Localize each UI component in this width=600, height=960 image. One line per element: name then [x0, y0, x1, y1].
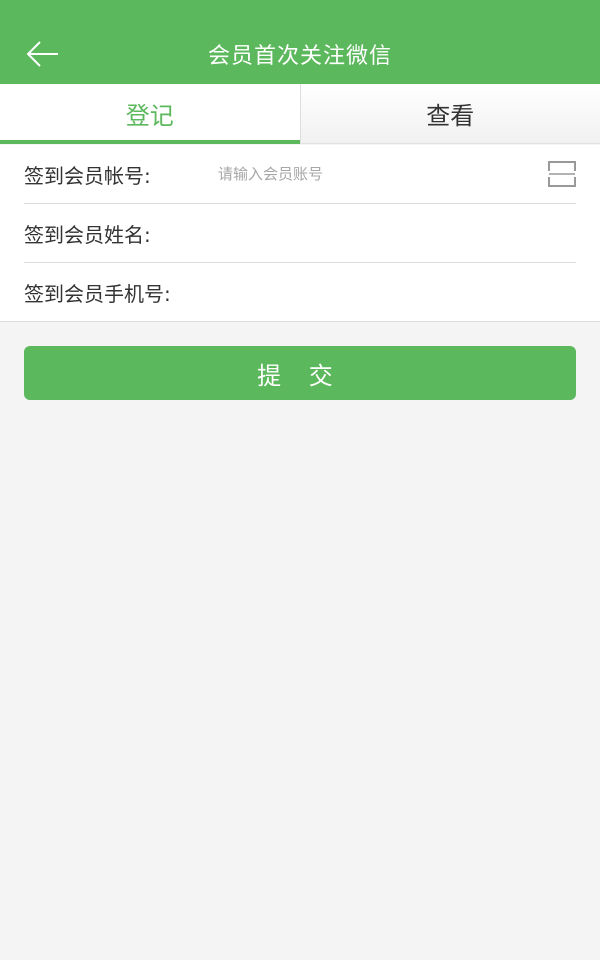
tab-bar: 登记 查看: [0, 84, 600, 144]
tab-register[interactable]: 登记: [0, 84, 300, 144]
page-title: 会员首次关注微信: [207, 44, 392, 69]
app-header: 会员首次关注微信: [0, 0, 600, 84]
scan-icon[interactable]: [548, 161, 576, 187]
phone-row: 签到会员手机号:: [24, 263, 576, 322]
account-row: 签到会员帐号:: [24, 145, 576, 204]
submit-button[interactable]: 提 交: [24, 346, 576, 400]
account-input[interactable]: [218, 159, 518, 189]
name-input[interactable]: [218, 218, 518, 248]
tab-view[interactable]: 查看: [299, 84, 600, 143]
name-row: 签到会员姓名:: [24, 204, 576, 263]
account-label: 签到会员帐号:: [24, 163, 151, 188]
phone-input[interactable]: [218, 277, 518, 307]
checkin-form: 签到会员帐号: 签到会员姓名: 签到会员手机号:: [0, 145, 600, 322]
name-label: 签到会员姓名:: [24, 222, 151, 247]
phone-label: 签到会员手机号:: [24, 282, 171, 306]
